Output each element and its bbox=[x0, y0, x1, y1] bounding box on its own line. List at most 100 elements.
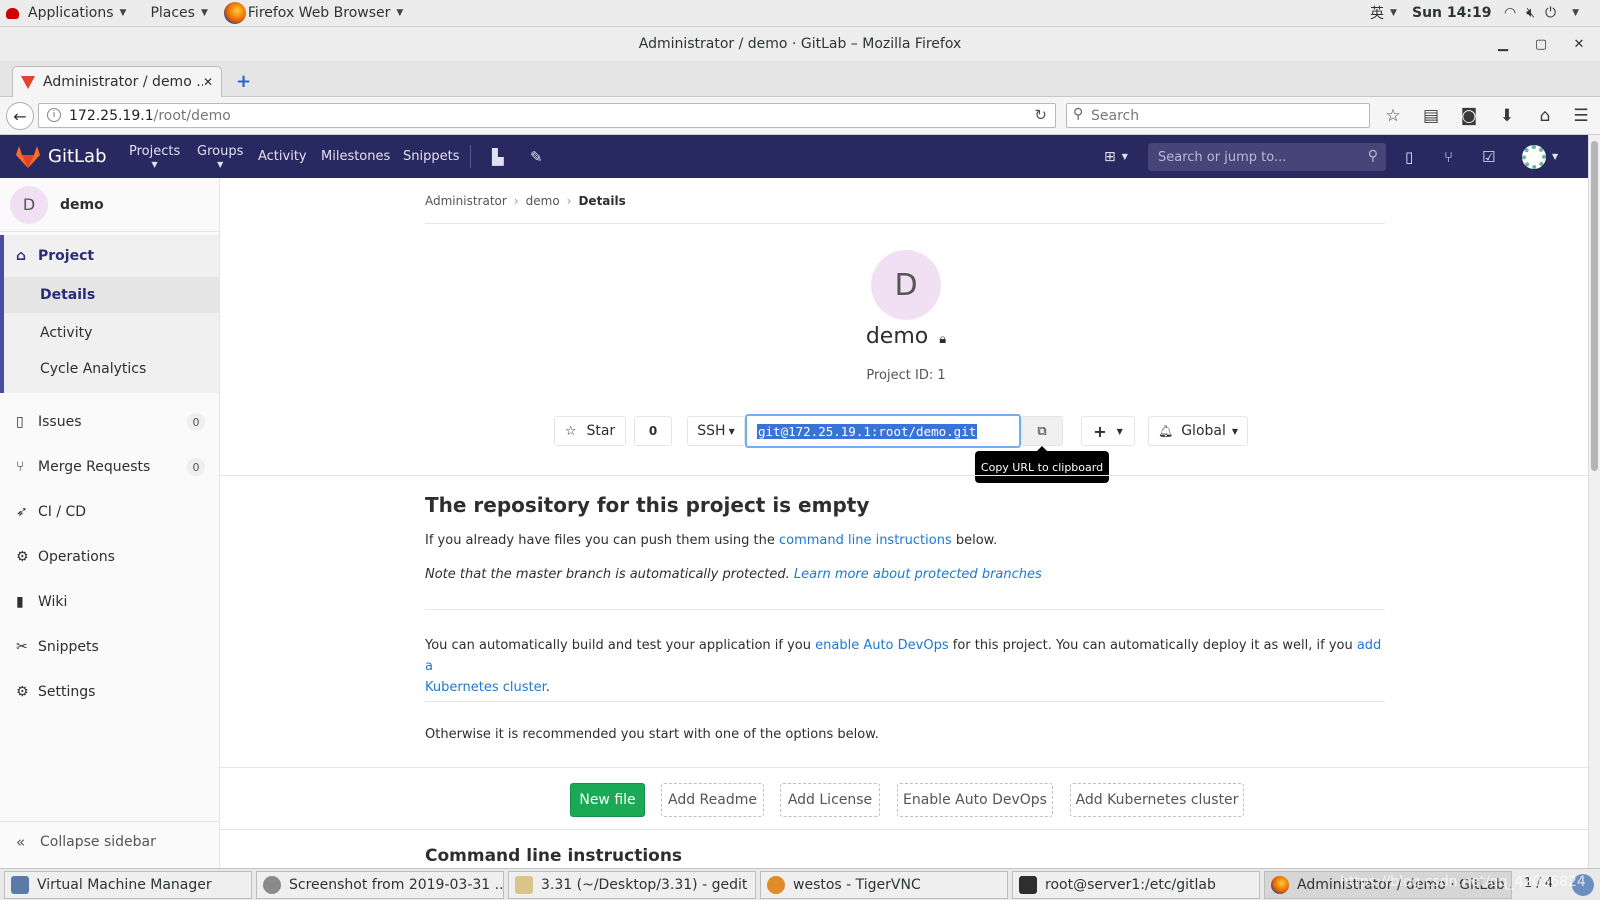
sidebar-item-wiki[interactable]: ▮ Wiki bbox=[0, 584, 219, 620]
navigation-toolbar: ← i 172.25.19.1/root/demo ↻ ⚲ Search ☆ ▤… bbox=[0, 97, 1600, 135]
active-app-menu[interactable]: Firefox Web Browser ▼ bbox=[216, 0, 411, 27]
sidebar-item-snippets[interactable]: ✂ Snippets bbox=[0, 629, 219, 665]
new-dropdown-button[interactable]: ⊞ ▼ bbox=[1104, 135, 1128, 178]
add-dropdown-button[interactable]: + ▼ bbox=[1081, 416, 1135, 446]
menu-icon[interactable]: ☰ bbox=[1568, 103, 1594, 129]
image-viewer-icon bbox=[263, 876, 281, 894]
breadcrumb-current: Details bbox=[578, 194, 626, 208]
nav-snippets[interactable]: Snippets bbox=[403, 135, 459, 178]
sidebar-item-details[interactable]: Details bbox=[4, 277, 219, 313]
applications-menu[interactable]: Applications ▼ bbox=[0, 0, 134, 27]
star-count[interactable]: 0 bbox=[634, 416, 672, 446]
close-tab-icon[interactable]: ✕ bbox=[203, 75, 213, 89]
volume-icon: 🔇︎ bbox=[1526, 5, 1536, 21]
gitlab-search-input[interactable]: Search or jump to... ⚲ bbox=[1148, 143, 1386, 171]
sidebar-item-issues[interactable]: ▯ Issues 0 bbox=[0, 404, 219, 440]
enable-auto-devops-button[interactable]: Enable Auto DevOps bbox=[897, 783, 1053, 817]
text-editor-icon bbox=[515, 876, 533, 894]
browser-tab[interactable]: Administrator / demo ... ✕ bbox=[12, 66, 222, 97]
wifi-icon: ◠ bbox=[1504, 5, 1517, 21]
back-button[interactable]: ← bbox=[6, 102, 34, 130]
maximize-button[interactable]: ▢ bbox=[1526, 27, 1556, 61]
window-title: Administrator / demo · GitLab – Mozilla … bbox=[638, 36, 962, 52]
protected-branches-link[interactable]: Learn more about protected branches bbox=[794, 567, 1042, 582]
protocol-dropdown[interactable]: SSH ▼ bbox=[687, 416, 745, 446]
clock[interactable]: Sun 14:19 bbox=[1404, 0, 1499, 27]
taskbar-item-terminal[interactable]: root@server1:/etc/gitlab bbox=[1012, 871, 1260, 899]
chevron-down-icon: ▼ bbox=[1572, 8, 1580, 18]
taskbar-item-gedit[interactable]: 3.31 (~/Desktop/3.31) - gedit bbox=[508, 871, 756, 899]
gitlab-favicon-icon bbox=[21, 75, 35, 89]
sidebar-item-settings[interactable]: ⚙ Settings bbox=[0, 674, 219, 710]
sidebar-project-header[interactable]: D demo bbox=[0, 178, 219, 232]
rocket-icon: ➶ bbox=[16, 504, 28, 520]
system-status-area[interactable]: ◠ 🔇︎ ⏻ ▼ bbox=[1496, 0, 1587, 27]
search-icon: ⚲ bbox=[1073, 106, 1084, 122]
project-title: demo 🔒︎ bbox=[865, 324, 947, 349]
breadcrumb-divider bbox=[425, 223, 1385, 224]
home-icon[interactable]: ⌂ bbox=[1532, 103, 1558, 129]
collapse-sidebar-button[interactable]: «Collapse sidebar bbox=[0, 821, 219, 861]
os-taskbar: Virtual Machine Manager Screenshot from … bbox=[0, 868, 1600, 900]
scrollbar-thumb[interactable] bbox=[1591, 141, 1598, 471]
issues-icon[interactable]: ▯ bbox=[1405, 135, 1413, 178]
chevron-down-icon: ▼ bbox=[1231, 426, 1239, 436]
monitor-icon bbox=[11, 876, 29, 894]
todo-icon[interactable]: ☑ bbox=[1482, 135, 1495, 178]
add-license-button[interactable]: Add License bbox=[780, 783, 880, 817]
gitlab-logo[interactable]: GitLab bbox=[16, 135, 107, 178]
sidebar-item-operations[interactable]: ⚙ Operations bbox=[0, 539, 219, 575]
reading-list-icon[interactable]: ▤ bbox=[1418, 103, 1444, 129]
breadcrumb-item[interactable]: demo bbox=[526, 194, 560, 208]
enable-auto-devops-link[interactable]: enable Auto DevOps bbox=[815, 638, 948, 653]
pocket-icon[interactable]: ◙ bbox=[1456, 103, 1482, 129]
nav-projects[interactable]: Projects ▼ bbox=[129, 135, 180, 178]
command-line-instructions-link[interactable]: command line instructions bbox=[779, 533, 952, 548]
star-button[interactable]: ☆ Star bbox=[554, 416, 626, 446]
firefox-icon bbox=[223, 2, 246, 24]
input-method-indicator[interactable]: 英 ▼ bbox=[1362, 0, 1405, 27]
chart-icon[interactable]: ▙ bbox=[492, 135, 504, 178]
watermark: https://blog.csdn.net/qq_42036824 bbox=[1340, 874, 1586, 890]
sidebar-item-merge-requests[interactable]: ⑂ Merge Requests 0 bbox=[0, 449, 219, 485]
reload-icon[interactable]: ↻ bbox=[1034, 106, 1047, 124]
taskbar-item-tigervnc[interactable]: westos - TigerVNC bbox=[760, 871, 1008, 899]
nav-activity[interactable]: Activity bbox=[258, 135, 307, 178]
add-kubernetes-cluster-button[interactable]: Add Kubernetes cluster bbox=[1070, 783, 1244, 817]
minimize-button[interactable]: ▁ bbox=[1488, 27, 1518, 61]
add-readme-button[interactable]: Add Readme bbox=[661, 783, 764, 817]
user-menu[interactable]: ▼ bbox=[1522, 135, 1558, 178]
tiger-icon bbox=[767, 876, 785, 894]
copy-url-tooltip: Copy URL to clipboard bbox=[975, 446, 1109, 483]
tanuki-icon bbox=[16, 145, 40, 168]
new-file-button[interactable]: New file bbox=[570, 783, 645, 817]
nav-milestones[interactable]: Milestones bbox=[321, 135, 390, 178]
new-tab-button[interactable]: + bbox=[236, 71, 251, 92]
sidebar-item-project[interactable]: ⌂ Project bbox=[0, 238, 219, 274]
nav-groups[interactable]: Groups ▼ bbox=[197, 135, 243, 178]
places-menu[interactable]: Places ▼ bbox=[142, 0, 215, 27]
sidebar-item-ci-cd[interactable]: ➶ CI / CD bbox=[0, 494, 219, 530]
breadcrumb-item[interactable]: Administrator bbox=[425, 194, 507, 208]
wrench-icon[interactable]: ✎ bbox=[530, 135, 543, 178]
issues-icon: ▯ bbox=[16, 414, 24, 430]
merge-request-icon[interactable]: ⑂ bbox=[1444, 135, 1453, 178]
copy-url-button[interactable]: ⧉ bbox=[1021, 416, 1063, 446]
chevron-down-icon: ▼ bbox=[200, 8, 208, 18]
vertical-scrollbar[interactable] bbox=[1588, 135, 1600, 868]
sidebar-item-activity[interactable]: Activity bbox=[0, 316, 219, 350]
add-kubernetes-link-cont[interactable]: Kubernetes cluster bbox=[425, 680, 546, 695]
taskbar-item-screenshot[interactable]: Screenshot from 2019-03-31 ... bbox=[256, 871, 504, 899]
sidebar-item-cycle-analytics[interactable]: Cycle Analytics bbox=[0, 352, 219, 386]
notification-dropdown[interactable]: 🔔︎ Global ▼ bbox=[1148, 416, 1248, 446]
clone-url-input[interactable]: git@172.25.19.1:root/demo.git bbox=[745, 414, 1021, 448]
push-instructions-text: If you already have files you can push t… bbox=[425, 533, 998, 548]
bookmark-star-icon[interactable]: ☆ bbox=[1380, 103, 1406, 129]
close-button[interactable]: ✕ bbox=[1564, 27, 1594, 61]
taskbar-item-virt-manager[interactable]: Virtual Machine Manager bbox=[4, 871, 252, 899]
download-icon[interactable]: ⬇ bbox=[1494, 103, 1520, 129]
url-bar[interactable]: i 172.25.19.1/root/demo ↻ bbox=[38, 103, 1056, 128]
firefox-icon bbox=[1271, 876, 1289, 894]
browser-search-input[interactable]: ⚲ Search bbox=[1066, 103, 1370, 128]
sidebar-project-name: demo bbox=[60, 196, 104, 213]
